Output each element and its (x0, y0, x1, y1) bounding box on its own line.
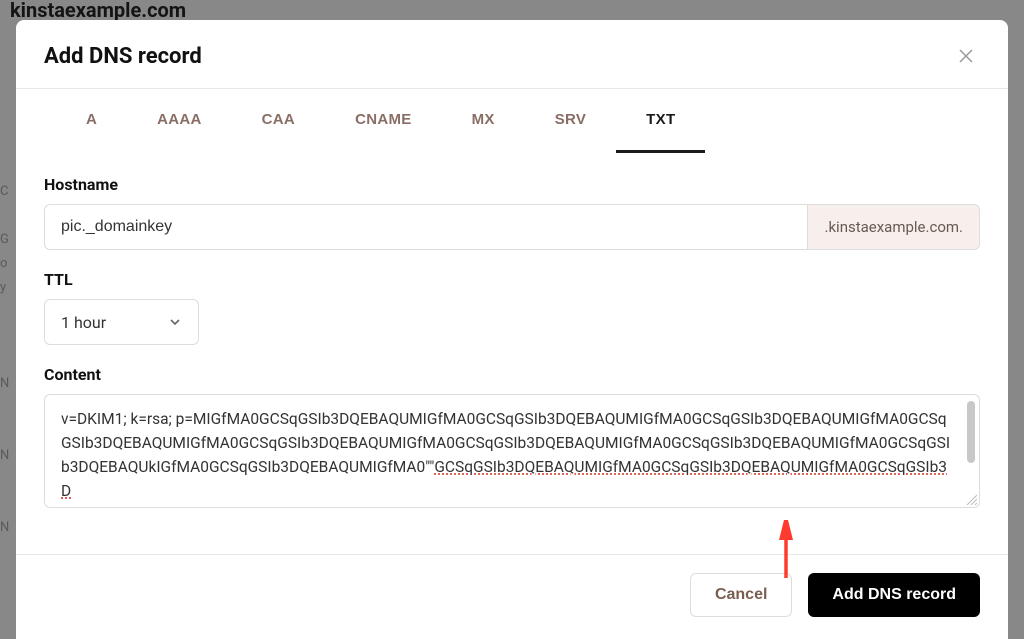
tab-txt[interactable]: TXT (616, 89, 705, 153)
tab-cname[interactable]: CNAME (325, 89, 442, 153)
resize-handle-icon (965, 493, 977, 505)
ttl-group: TTL 1 hour (44, 270, 980, 345)
content-textarea[interactable]: v=DKIM1; k=rsa; p=MIGfMA0GCSqGSIb3DQEBAQ… (44, 394, 980, 508)
modal-footer: Cancel Add DNS record (16, 554, 1008, 639)
scrollbar-thumb[interactable] (967, 401, 975, 463)
hostname-suffix: .kinstaexample.com. (807, 204, 980, 250)
modal-title: Add DNS record (44, 44, 202, 69)
tab-srv[interactable]: SRV (525, 89, 616, 153)
hostname-row: .kinstaexample.com. (44, 204, 980, 250)
add-dns-record-modal: Add DNS record A AAAA CAA CNAME MX SRV T… (16, 20, 1008, 639)
background-left-text: CGoyNNN (0, 180, 9, 540)
hostname-input[interactable] (44, 204, 807, 250)
record-type-tabs: A AAAA CAA CNAME MX SRV TXT (16, 89, 1008, 153)
tab-mx[interactable]: MX (442, 89, 525, 153)
ttl-select[interactable]: 1 hour (44, 299, 199, 345)
content-wrap: v=DKIM1; k=rsa; p=MIGfMA0GCSqGSIb3DQEBAQ… (44, 394, 980, 508)
content-group: Content v=DKIM1; k=rsa; p=MIGfMA0GCSqGSI… (44, 365, 980, 508)
tab-caa[interactable]: CAA (232, 89, 325, 153)
background-page-title: kinstaexample.com (10, 0, 186, 22)
cancel-button[interactable]: Cancel (690, 573, 792, 617)
ttl-label: TTL (44, 270, 980, 289)
close-icon (958, 48, 974, 64)
chevron-down-icon (168, 315, 182, 329)
hostname-group: Hostname .kinstaexample.com. (44, 175, 980, 250)
submit-button[interactable]: Add DNS record (808, 573, 980, 617)
tab-aaaa[interactable]: AAAA (127, 89, 232, 153)
tab-a[interactable]: A (56, 89, 127, 153)
close-button[interactable] (952, 42, 980, 70)
ttl-value: 1 hour (61, 313, 168, 332)
hostname-label: Hostname (44, 175, 980, 194)
modal-header: Add DNS record (16, 20, 1008, 88)
content-label: Content (44, 365, 980, 384)
modal-body: Hostname .kinstaexample.com. TTL 1 hour … (16, 153, 1008, 554)
